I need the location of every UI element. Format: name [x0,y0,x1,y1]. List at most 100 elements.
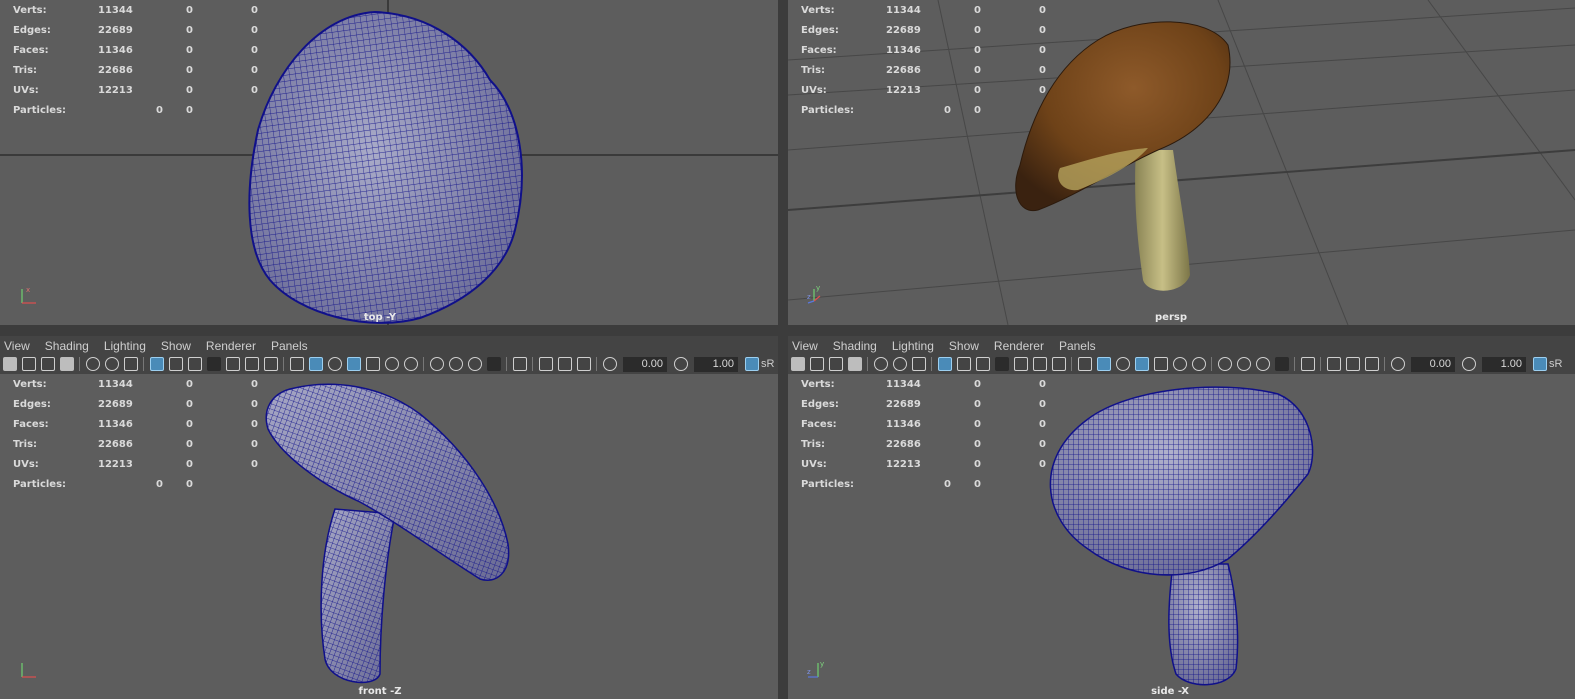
gamma-icon[interactable] [1461,357,1476,371]
wireframe-icon[interactable] [1077,357,1092,371]
film-gate-icon[interactable] [956,357,971,371]
safe-title-icon[interactable] [263,357,278,371]
viewport-front[interactable]: Verts: 11344 0 0 Edges: 22689 0 0 Faces: 11346 0… [0,374,778,699]
menu-show[interactable]: Show [161,339,191,353]
bookmark-icon[interactable] [40,357,55,371]
color-management-icon[interactable] [744,357,759,371]
exposure-icon[interactable] [1390,357,1405,371]
toolbar-separator [143,357,144,371]
select-icon[interactable] [85,357,100,371]
bookmark-icon[interactable] [828,357,843,371]
exposure-field[interactable]: 0.00 [1411,356,1455,372]
hud-label: Edges: [13,25,51,36]
backface-icon[interactable] [486,357,501,371]
brush-icon[interactable] [123,357,138,371]
hud-value: 0 [156,105,163,116]
menu-show[interactable]: Show [949,339,979,353]
backface-icon[interactable] [1274,357,1289,371]
light-icon[interactable] [384,357,399,371]
hud-value: 0 [251,5,258,16]
wireframe-on-shaded-icon[interactable] [346,357,361,371]
motion-blur-icon[interactable] [576,357,591,371]
xray-joints-icon[interactable] [467,357,482,371]
gamma-field[interactable]: 1.00 [694,356,738,372]
image-plane-icon[interactable] [59,357,74,371]
textured-icon[interactable] [1153,357,1168,371]
move-icon[interactable] [104,357,119,371]
xray-icon[interactable] [429,357,444,371]
hud-label: Edges: [801,399,839,410]
xray-active-icon[interactable] [448,357,463,371]
grid-icon[interactable] [937,357,952,371]
camera-icon[interactable] [2,357,17,371]
field-chart-icon[interactable] [225,357,240,371]
isolate-icon[interactable] [1300,357,1315,371]
color-management-icon[interactable] [1532,357,1547,371]
safe-action-icon[interactable] [1032,357,1047,371]
select-icon[interactable] [873,357,888,371]
gate-mask-icon[interactable] [994,357,1009,371]
pane-divider-horizontal[interactable] [0,325,1575,336]
safe-action-icon[interactable] [244,357,259,371]
resolution-gate-icon[interactable] [187,357,202,371]
viewport-persp[interactable]: Verts: 11344 0 0 Edges: 22689 0 0 Faces: 11346 0… [788,0,1575,325]
hud-value: 0 [1039,85,1046,96]
film-gate-icon[interactable] [168,357,183,371]
default-material-icon[interactable] [327,357,342,371]
camera-icon[interactable] [790,357,805,371]
xray-icon[interactable] [1217,357,1232,371]
camera-name-label: front -Z [358,686,402,697]
menu-lighting[interactable]: Lighting [892,339,934,353]
field-chart-icon[interactable] [1013,357,1028,371]
resolution-gate-icon[interactable] [975,357,990,371]
gamma-icon[interactable] [673,357,688,371]
gamma-field[interactable]: 1.00 [1482,356,1526,372]
color-space-label[interactable]: sR [1549,358,1562,370]
hud-toggle-icon[interactable] [538,357,553,371]
menu-view[interactable]: View [4,339,30,353]
safe-title-icon[interactable] [1051,357,1066,371]
gate-mask-icon[interactable] [206,357,221,371]
shadows-icon[interactable] [403,357,418,371]
ambient-occlusion-icon[interactable] [1345,357,1360,371]
hud-label: Particles: [13,479,67,490]
xray-active-icon[interactable] [1236,357,1251,371]
toolbar-separator [1211,357,1212,371]
hud-label: Verts: [13,379,47,390]
xray-joints-icon[interactable] [1255,357,1270,371]
textured-icon[interactable] [365,357,380,371]
menu-panels[interactable]: Panels [271,339,308,353]
menu-shading[interactable]: Shading [45,339,89,353]
grid-icon[interactable] [149,357,164,371]
exposure-icon[interactable] [602,357,617,371]
menu-lighting[interactable]: Lighting [104,339,146,353]
hud-toggle-icon[interactable] [1326,357,1341,371]
menu-view[interactable]: View [792,339,818,353]
shadows-icon[interactable] [1191,357,1206,371]
exposure-field[interactable]: 0.00 [623,356,667,372]
menu-shading[interactable]: Shading [833,339,877,353]
motion-blur-icon[interactable] [1364,357,1379,371]
menu-panels[interactable]: Panels [1059,339,1096,353]
move-icon[interactable] [892,357,907,371]
brush-icon[interactable] [911,357,926,371]
image-plane-icon[interactable] [847,357,862,371]
viewport-top[interactable]: Verts: 11344 0 0 Edges: 22689 0 0 Faces: 11346 0… [0,0,778,325]
ambient-occlusion-icon[interactable] [557,357,572,371]
menu-renderer[interactable]: Renderer [994,339,1044,353]
camera-attributes-icon[interactable] [21,357,36,371]
menu-renderer[interactable]: Renderer [206,339,256,353]
smooth-shade-icon[interactable] [1096,357,1111,371]
viewport-side[interactable]: Verts: 11344 0 0 Edges: 22689 0 0 Faces: 11346 0… [788,374,1575,699]
smooth-shade-icon[interactable] [308,357,323,371]
color-space-label[interactable]: sR [761,358,774,370]
pane-divider-vertical[interactable] [778,0,788,699]
isolate-icon[interactable] [512,357,527,371]
hud-value: 11346 [886,419,921,430]
hud-value: 0 [186,85,193,96]
camera-attributes-icon[interactable] [809,357,824,371]
light-icon[interactable] [1172,357,1187,371]
wireframe-on-shaded-icon[interactable] [1134,357,1149,371]
wireframe-icon[interactable] [289,357,304,371]
default-material-icon[interactable] [1115,357,1130,371]
